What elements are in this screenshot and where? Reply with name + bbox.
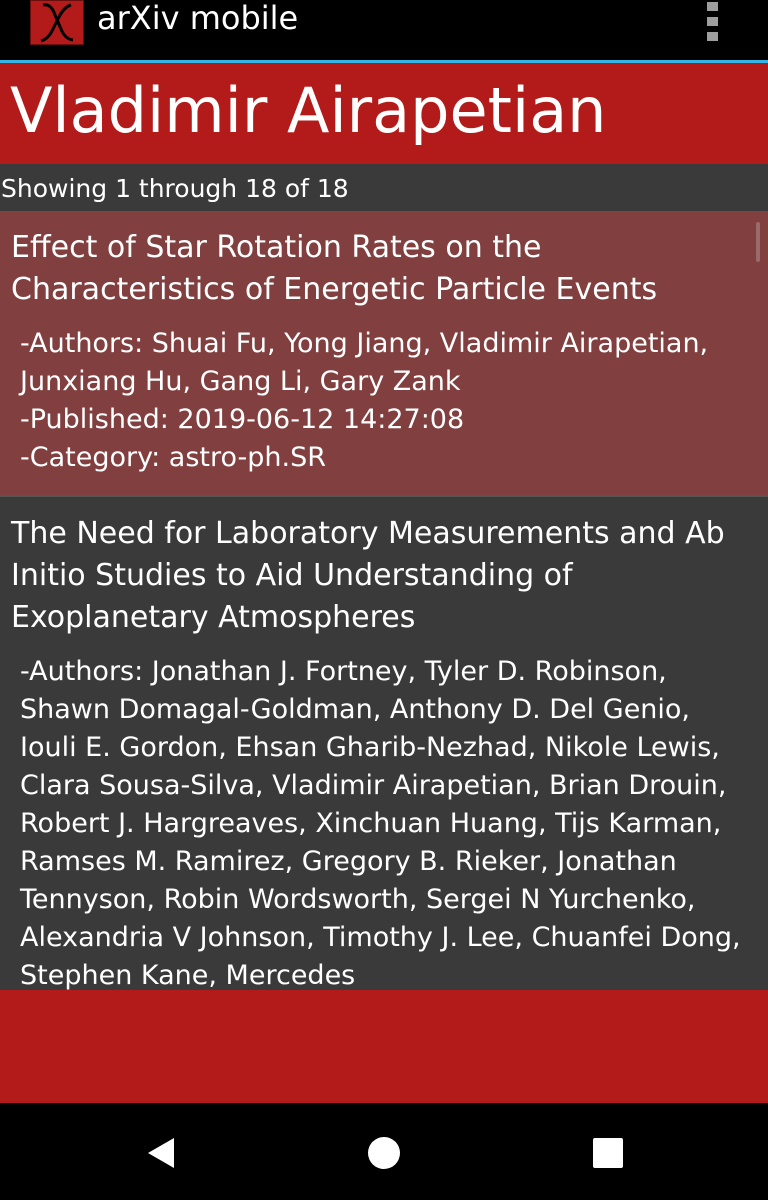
navigation-bar	[0, 1103, 768, 1200]
app-screen: arXiv mobile Vladimir Airapetian Showing…	[0, 0, 768, 1200]
action-bar: arXiv mobile	[0, 0, 768, 63]
list-scrollbar[interactable]	[756, 222, 760, 262]
overflow-menu-icon[interactable]	[700, 0, 724, 41]
recent-apps-square-icon[interactable]	[588, 1133, 628, 1173]
results-count: Showing 1 through 18 of 18	[1, 174, 349, 203]
paper-category: -Category: astro-ph.SR	[20, 442, 326, 473]
paper-title: The Need for Laboratory Measurements and…	[11, 516, 725, 635]
paper-list[interactable]: Effect of Star Rotation Rates on the Cha…	[0, 211, 768, 990]
paper-title: Effect of Star Rotation Rates on the Cha…	[11, 230, 658, 307]
arxiv-x-logo-icon[interactable]	[30, 0, 84, 45]
results-bar: Showing 1 through 18 of 18	[0, 164, 768, 211]
app-title: arXiv mobile	[97, 0, 299, 37]
paper-list-item[interactable]: Effect of Star Rotation Rates on the Cha…	[0, 211, 768, 495]
bottom-panel	[0, 990, 768, 1103]
author-name: Vladimir Airapetian	[10, 74, 607, 147]
home-circle-icon[interactable]	[364, 1133, 404, 1173]
paper-list-item[interactable]: The Need for Laboratory Measurements and…	[0, 495, 768, 990]
paper-authors: -Authors: Shuai Fu, Yong Jiang, Vladimir…	[20, 328, 709, 397]
author-header: Vladimir Airapetian	[0, 63, 768, 164]
paper-meta: -Authors: Jonathan J. Fortney, Tyler D. …	[11, 639, 755, 990]
paper-authors: -Authors: Jonathan J. Fortney, Tyler D. …	[20, 656, 741, 990]
paper-published: -Published: 2019-06-12 14:27:08	[20, 404, 465, 435]
back-triangle-icon[interactable]	[142, 1133, 182, 1173]
paper-meta: -Authors: Shuai Fu, Yong Jiang, Vladimir…	[11, 311, 755, 477]
